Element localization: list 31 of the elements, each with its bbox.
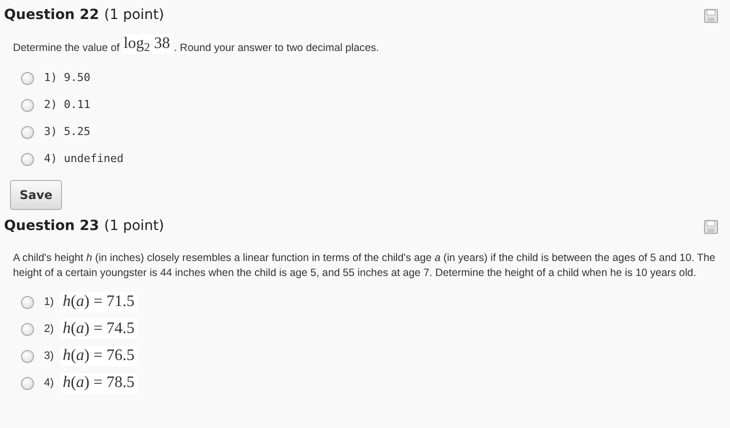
radio-button[interactable]	[21, 72, 34, 84]
option-label: 3) 5.25	[44, 124, 90, 140]
math-expression: h(a) = 74.5	[60, 319, 138, 339]
save-icon[interactable]	[704, 220, 718, 234]
math-expression: h(a) = 78.5	[60, 373, 138, 393]
math-expression: h(a) = 71.5	[60, 292, 138, 312]
question-text: A child's height h (in inches) closely resembles a linear function in terms of the child's age a (in years) if the child is between the ages of 5 and 10. The height of a certain youngster is 44 inches when the child is age 5, and 55 inches at age 7. Determine the height of a child when he is 10 years old.	[13, 252, 716, 279]
radio-button[interactable]	[21, 126, 34, 138]
radio-button[interactable]	[21, 350, 34, 362]
option-number: 3)	[44, 348, 54, 364]
math-expression: h(a) = 76.5	[60, 346, 138, 366]
question-points: (1 point)	[104, 217, 164, 236]
question-text: . Round your answer to two decimal places.	[174, 40, 379, 56]
radio-button[interactable]	[21, 98, 34, 112]
radio-button[interactable]	[21, 322, 34, 336]
question-title: Question 22	[4, 6, 100, 25]
option-number: 2)	[44, 322, 54, 337]
question-text: Determine the value of	[13, 40, 120, 56]
question-title: Question 23	[4, 217, 100, 236]
question-points: (1 point)	[104, 6, 164, 25]
option-label: 1) 9.50	[44, 70, 90, 86]
radio-button[interactable]	[21, 376, 34, 390]
save-button[interactable]: Save	[10, 180, 62, 210]
option-number: 4)	[44, 376, 54, 391]
radio-button[interactable]	[21, 152, 34, 166]
radio-button[interactable]	[21, 296, 34, 308]
option-number: 1)	[44, 294, 54, 310]
math-expression: log$_{2}$ 38	[122, 34, 172, 54]
save-icon[interactable]	[704, 9, 718, 23]
option-label: 2) 0.11	[44, 96, 90, 113]
option-label: 4) undefined	[44, 150, 124, 167]
